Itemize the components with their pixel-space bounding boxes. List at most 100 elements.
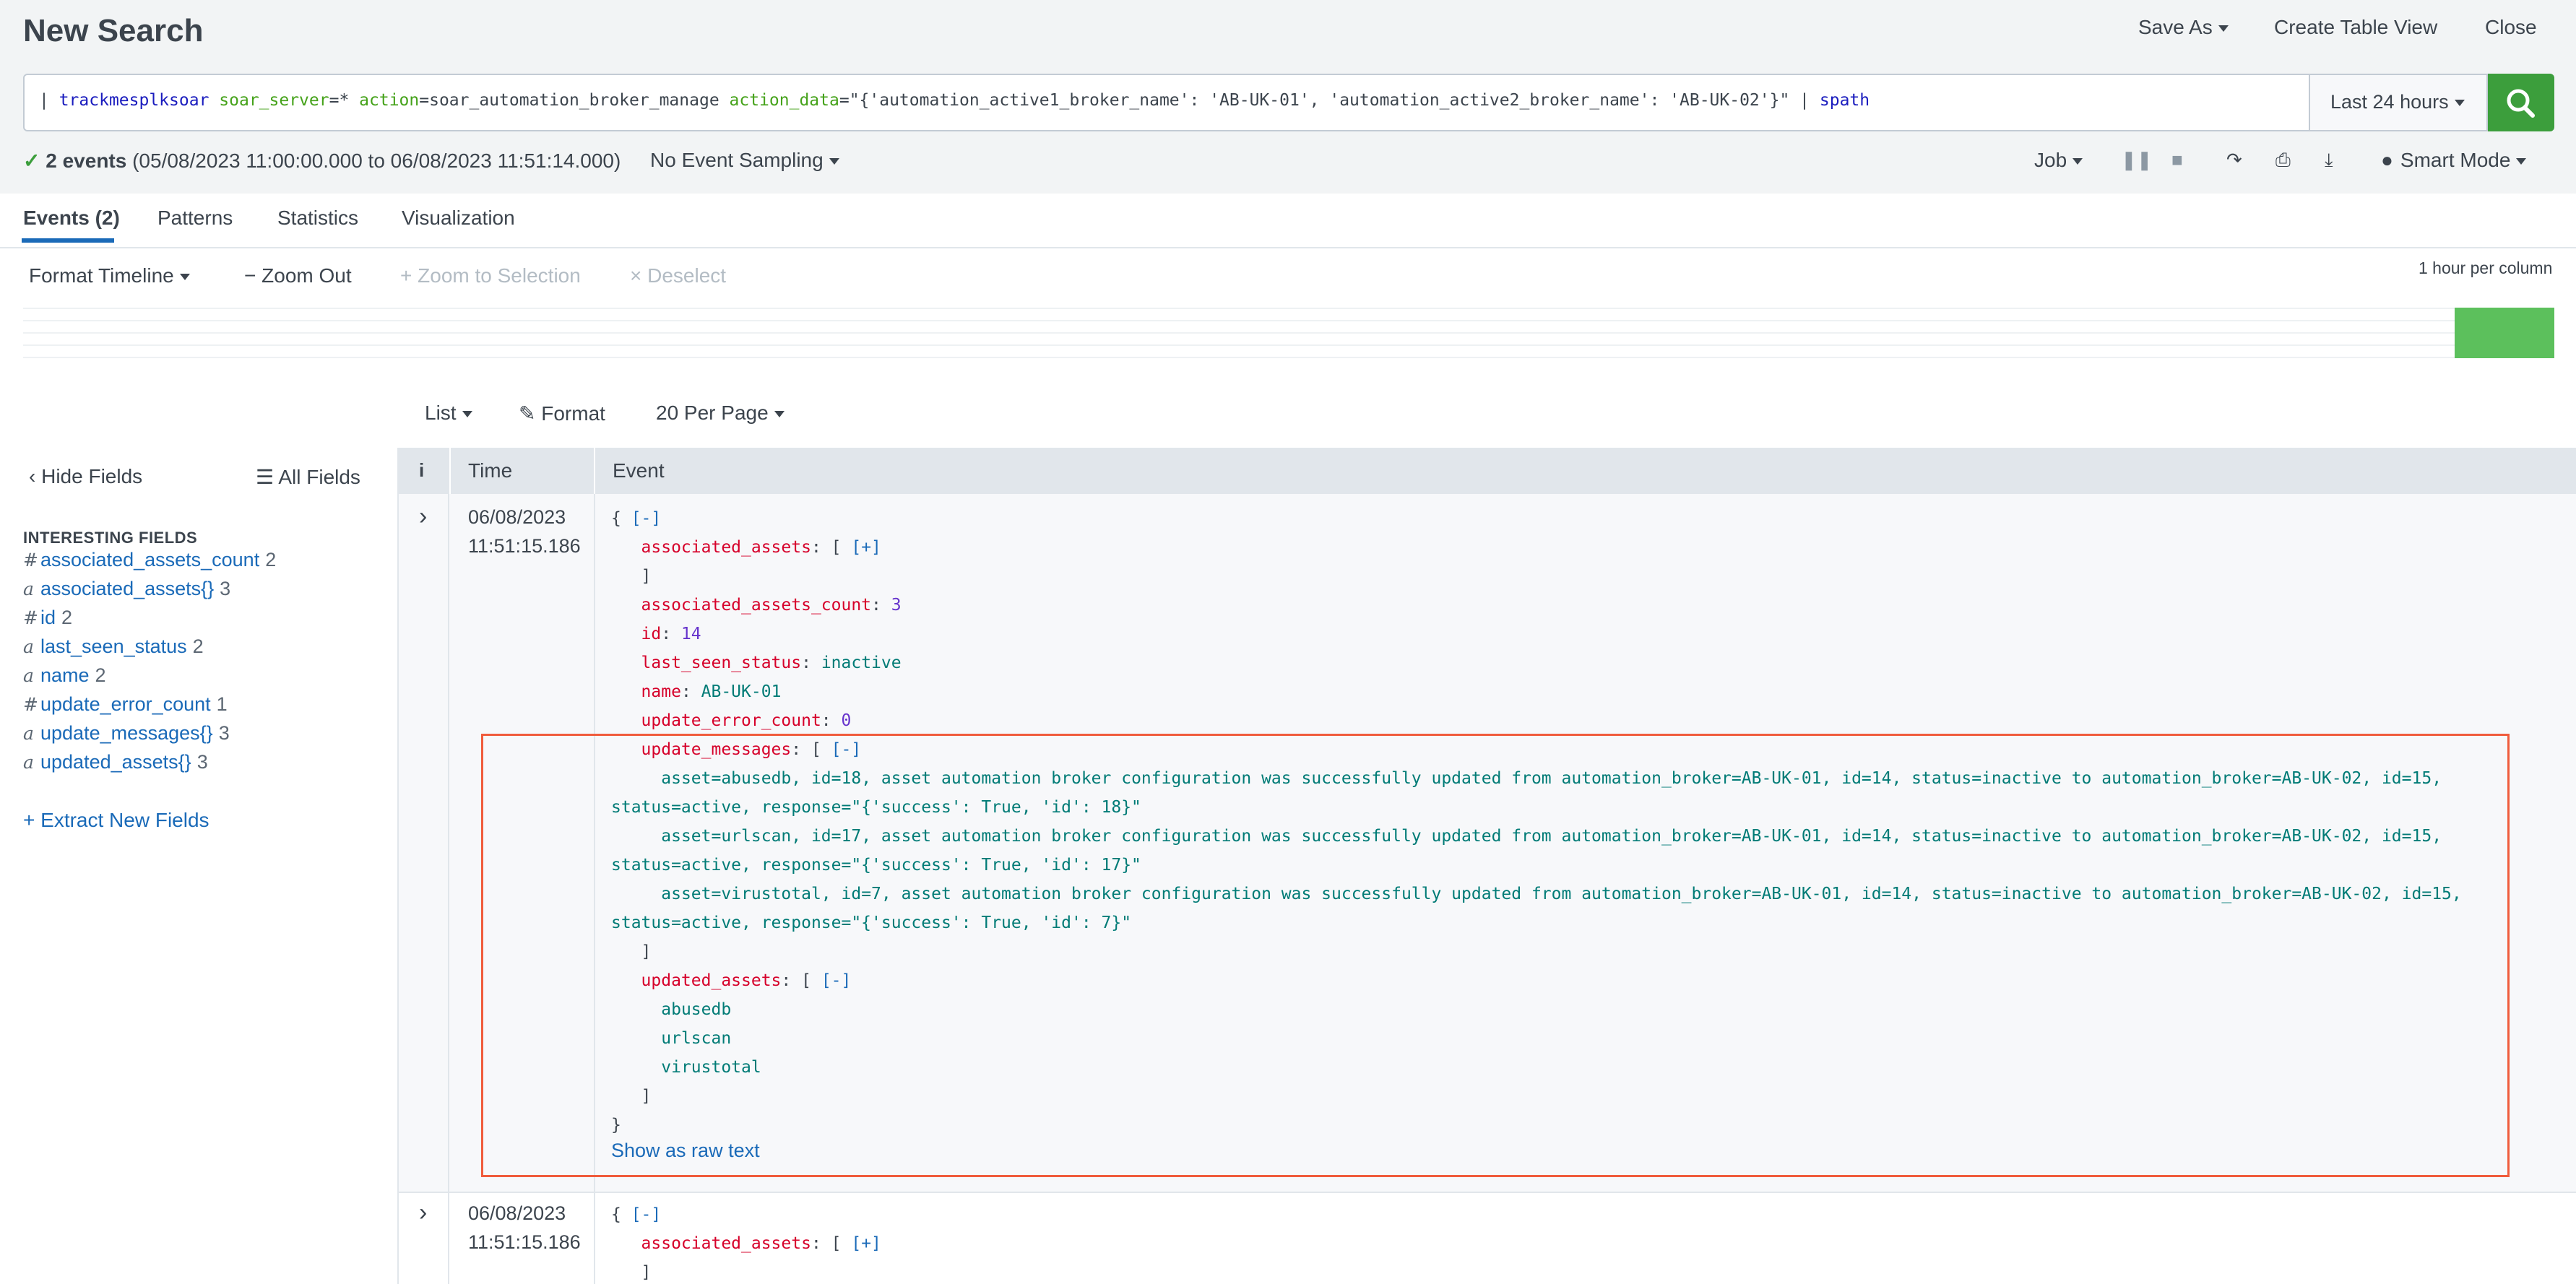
tab-visualization[interactable]: Visualization bbox=[402, 207, 515, 230]
pause-icon[interactable]: ❚❚ bbox=[2121, 149, 2153, 171]
field-update-messages[interactable]: a update_messages{} 3 bbox=[23, 722, 230, 745]
timeline-chart[interactable] bbox=[23, 308, 2554, 358]
share-icon[interactable]: ↷ bbox=[2226, 149, 2242, 171]
sampling-label: No Event Sampling bbox=[650, 149, 824, 171]
field-associated-assets-count[interactable]: # associated_assets_count 2 bbox=[23, 549, 276, 571]
column-divider bbox=[594, 448, 595, 494]
plus-icon: + bbox=[23, 809, 41, 831]
info-column-label: i bbox=[419, 459, 425, 481]
timeline-scale: 1 hour per column bbox=[2419, 259, 2553, 277]
job-label: Job bbox=[2034, 149, 2067, 171]
time-range-label: Last 24 hours bbox=[2330, 91, 2449, 113]
export-icon[interactable]: ⤓ bbox=[2325, 149, 2333, 172]
expand-toggle[interactable]: [+] bbox=[851, 1234, 881, 1253]
fields-sidebar: ‹ Hide Fields ☰ All Fields INTERESTING F… bbox=[0, 448, 399, 1284]
zoom-to-selection-button[interactable]: + Zoom to Selection bbox=[400, 264, 581, 287]
tab-statistics[interactable]: Statistics bbox=[277, 207, 358, 230]
zoom-selection-label: Zoom to Selection bbox=[418, 264, 581, 287]
tab-events[interactable]: Events (2) bbox=[23, 207, 120, 230]
caret-down-icon bbox=[2516, 158, 2527, 165]
field-updated-assets[interactable]: a updated_assets{} 3 bbox=[23, 751, 208, 773]
collapse-toggle[interactable]: [-] bbox=[631, 1205, 662, 1224]
caret-down-icon bbox=[829, 158, 839, 165]
event-time[interactable]: 06/08/2023 11:51:15.186 bbox=[468, 503, 581, 560]
caret-down-icon bbox=[2218, 25, 2229, 32]
pencil-icon: ✎ bbox=[519, 402, 542, 425]
job-menu[interactable]: Job bbox=[2034, 149, 2083, 172]
field-associated-assets[interactable]: a associated_assets{} 3 bbox=[23, 578, 230, 600]
format-label: Format bbox=[541, 402, 605, 425]
save-as-label: Save As bbox=[2138, 16, 2213, 38]
event-time[interactable]: 06/08/2023 11:51:15.186 bbox=[468, 1199, 581, 1257]
per-page-label: 20 Per Page bbox=[656, 402, 769, 424]
tab-patterns[interactable]: Patterns bbox=[157, 207, 233, 230]
timeline-gridline bbox=[23, 332, 2455, 334]
close-button[interactable]: Close bbox=[2485, 16, 2537, 39]
search-query: | trackmesplksoar soar_server=* action=s… bbox=[39, 91, 1870, 110]
field-name[interactable]: a name 2 bbox=[23, 664, 106, 687]
stop-icon[interactable]: ■ bbox=[2171, 149, 2183, 171]
time-range-picker[interactable]: Last 24 hours bbox=[2310, 74, 2488, 131]
zoom-out-label: Zoom Out bbox=[262, 264, 352, 287]
field-id[interactable]: # id 2 bbox=[23, 607, 72, 629]
list-label: List bbox=[425, 402, 457, 424]
bulb-icon: ● bbox=[2381, 149, 2393, 171]
field-update-error-count[interactable]: # update_error_count 1 bbox=[23, 693, 228, 716]
page-title: New Search bbox=[23, 13, 204, 48]
extract-label: Extract New Fields bbox=[40, 809, 209, 831]
all-fields-label: All Fields bbox=[278, 466, 360, 488]
results-tabs: Events (2) Patterns Statistics Visualiza… bbox=[0, 194, 2576, 248]
chevron-right-icon[interactable]: › bbox=[419, 503, 427, 531]
hide-fields-label: Hide Fields bbox=[41, 465, 143, 487]
extract-new-fields-link[interactable]: + Extract New Fields bbox=[23, 809, 209, 832]
column-divider bbox=[448, 494, 449, 1284]
time-column-header[interactable]: Time bbox=[468, 459, 512, 482]
x-icon: × bbox=[630, 264, 648, 287]
top-bar: New Search Save As Create Table View Clo… bbox=[0, 0, 2576, 194]
list-view-menu[interactable]: List bbox=[425, 402, 472, 425]
timeline-panel: Format Timeline − Zoom Out + Zoom to Sel… bbox=[0, 248, 2576, 448]
format-timeline-menu[interactable]: Format Timeline bbox=[29, 264, 190, 287]
minus-icon: − bbox=[244, 264, 262, 287]
event-count-status: ✓ 2 events (05/08/2023 11:00:00.000 to 0… bbox=[23, 149, 621, 173]
search-mode-menu[interactable]: ● Smart Mode bbox=[2381, 149, 2527, 172]
collapse-toggle[interactable]: [-] bbox=[631, 509, 662, 528]
field-last-seen-status[interactable]: a last_seen_status 2 bbox=[23, 636, 204, 658]
deselect-button[interactable]: × Deselect bbox=[630, 264, 726, 287]
hide-fields-button[interactable]: ‹ Hide Fields bbox=[29, 465, 142, 488]
deselect-label: Deselect bbox=[647, 264, 727, 287]
all-fields-button[interactable]: ☰ All Fields bbox=[256, 465, 360, 489]
highlight-box bbox=[481, 734, 2510, 1177]
caret-down-icon bbox=[774, 411, 785, 418]
create-table-view-button[interactable]: Create Table View bbox=[2274, 16, 2437, 39]
timeline-gridline bbox=[23, 344, 2455, 346]
timeline-gridline bbox=[23, 320, 2455, 321]
row-divider bbox=[399, 1192, 2576, 1193]
format-button[interactable]: ✎ Format bbox=[519, 402, 605, 425]
event-sampling-menu[interactable]: No Event Sampling bbox=[650, 149, 839, 172]
info-column-header bbox=[399, 448, 451, 494]
events-range: (05/08/2023 11:00:00.000 to 06/08/2023 1… bbox=[132, 149, 621, 172]
chevron-left-icon: ‹ bbox=[29, 465, 42, 487]
search-icon bbox=[2507, 89, 2535, 118]
search-button[interactable] bbox=[2488, 74, 2554, 131]
timeline-bar[interactable] bbox=[2455, 308, 2554, 358]
chevron-right-icon[interactable]: › bbox=[419, 1199, 427, 1227]
zoom-out-button[interactable]: − Zoom Out bbox=[244, 264, 352, 287]
timeline-gridline bbox=[23, 357, 2455, 358]
plus-icon: + bbox=[400, 264, 418, 287]
list-icon: ☰ bbox=[256, 466, 279, 488]
table-header: i Time Event bbox=[399, 448, 2576, 494]
timeline-gridline bbox=[23, 308, 2455, 309]
print-icon[interactable]: ⎙ bbox=[2275, 149, 2291, 172]
per-page-menu[interactable]: 20 Per Page bbox=[656, 402, 785, 425]
save-as-menu[interactable]: Save As bbox=[2138, 16, 2229, 39]
format-timeline-label: Format Timeline bbox=[29, 264, 174, 287]
caret-down-icon bbox=[462, 411, 472, 418]
expand-toggle[interactable]: [+] bbox=[851, 538, 881, 557]
caret-down-icon bbox=[179, 274, 190, 281]
search-mode-label: Smart Mode bbox=[2400, 149, 2511, 171]
caret-down-icon bbox=[2073, 158, 2083, 165]
search-input[interactable]: | trackmesplksoar soar_server=* action=s… bbox=[23, 74, 2310, 131]
interesting-fields-heading: INTERESTING FIELDS bbox=[23, 529, 198, 547]
